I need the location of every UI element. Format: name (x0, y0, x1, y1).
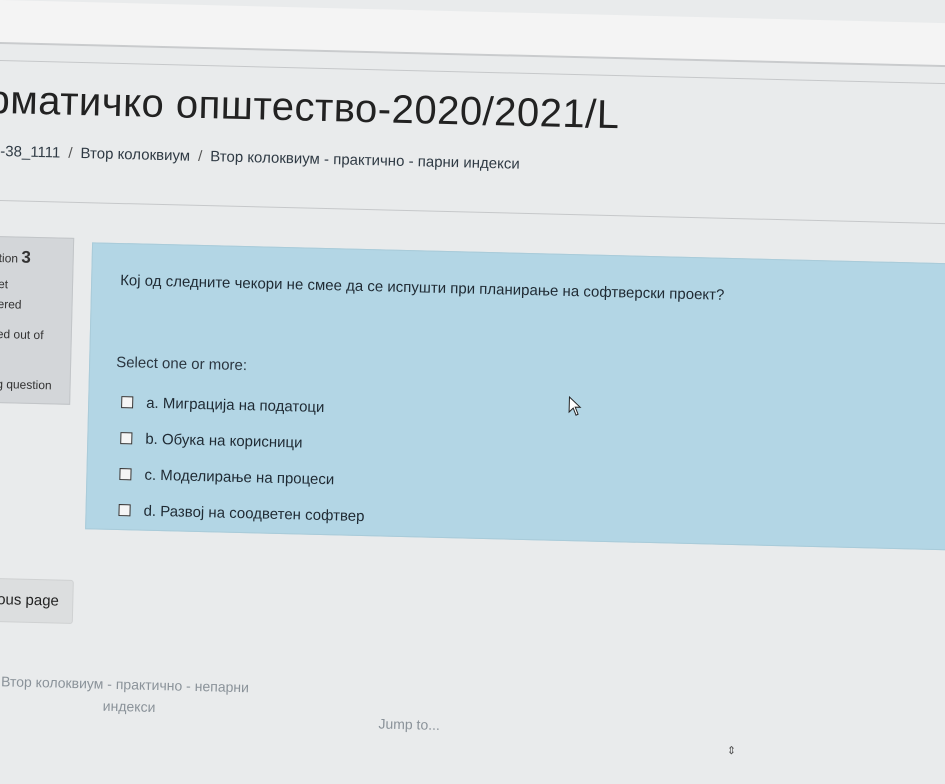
question-number-label: stion (0, 250, 19, 266)
page-title: рматичко општество-2020/2021/L (0, 77, 621, 138)
breadcrumb: -38_1111 / Втор колоквиум / Втор колоквиум -… (0, 143, 520, 173)
answer-checkbox-d[interactable] (118, 504, 131, 517)
previous-activity-link[interactable]: ◄ Втор колоквиум - практично - непарни и… (0, 670, 314, 722)
answer-label-b[interactable]: b. Обука на корисници (145, 430, 303, 451)
question-status-line1: yet (0, 276, 9, 292)
answer-prompt: Select one or more: (115, 353, 248, 375)
question-marks: ked out of (0, 326, 44, 343)
answer-label-a[interactable]: a. Миграција на податоци (146, 394, 325, 415)
answer-label-c[interactable]: c. Моделирање на процеси (144, 466, 334, 488)
answer-option-d[interactable]: d. Развој на соодветен софтвер (118, 492, 365, 534)
answer-label-d[interactable]: d. Развој на соодветен софтвер (143, 502, 364, 524)
question-status-line2: vered (0, 296, 22, 312)
answer-checkbox-c[interactable] (119, 468, 132, 481)
breadcrumb-separator: / (197, 147, 203, 165)
answer-checkbox-b[interactable] (120, 432, 133, 445)
question-number: stion 3 (0, 247, 31, 268)
breadcrumb-separator: / (68, 144, 73, 162)
previous-activity-line1[interactable]: ◄ Втор колоквиум - практично - непарни (0, 673, 249, 695)
question-content-box: Кој од следните чекори не смее да се исп… (85, 242, 945, 551)
previous-page-button[interactable]: vious page (0, 577, 74, 624)
answer-checkbox-a[interactable] (121, 396, 134, 409)
question-number-value: 3 (21, 247, 32, 267)
flag-question-link[interactable]: ag question (0, 377, 52, 393)
question-text: Кој од следните чекори не смее да се исп… (119, 272, 725, 304)
mouse-pointer-icon (568, 396, 582, 416)
answer-option-c[interactable]: c. Моделирање на процеси (119, 456, 366, 498)
section-divider (0, 199, 945, 225)
select-arrows-icon[interactable]: ⇕ (727, 744, 737, 757)
answer-option-b[interactable]: b. Обука на корисници (120, 420, 367, 462)
quiz-screen: рматичко општество-2020/2021/L -38_1111 /… (0, 0, 945, 783)
answer-list: a. Миграција на податоци b. Обука на кор… (118, 384, 367, 534)
previous-page-label[interactable]: vious page (0, 591, 59, 610)
breadcrumb-item-section[interactable]: Втор колоквиум (80, 145, 190, 165)
breadcrumb-item-course[interactable]: -38_1111 (0, 143, 60, 161)
previous-activity-line2[interactable]: индекси (0, 692, 313, 722)
question-info-panel: stion 3 yet vered ked out of ag question (0, 235, 75, 405)
breadcrumb-item-quiz[interactable]: Втор колоквиум - практично - парни индек… (210, 148, 520, 173)
jump-to-select[interactable]: Jump to... (378, 715, 440, 732)
answer-option-a[interactable]: a. Миграција на податоци (121, 384, 368, 426)
top-navbar (0, 0, 945, 68)
